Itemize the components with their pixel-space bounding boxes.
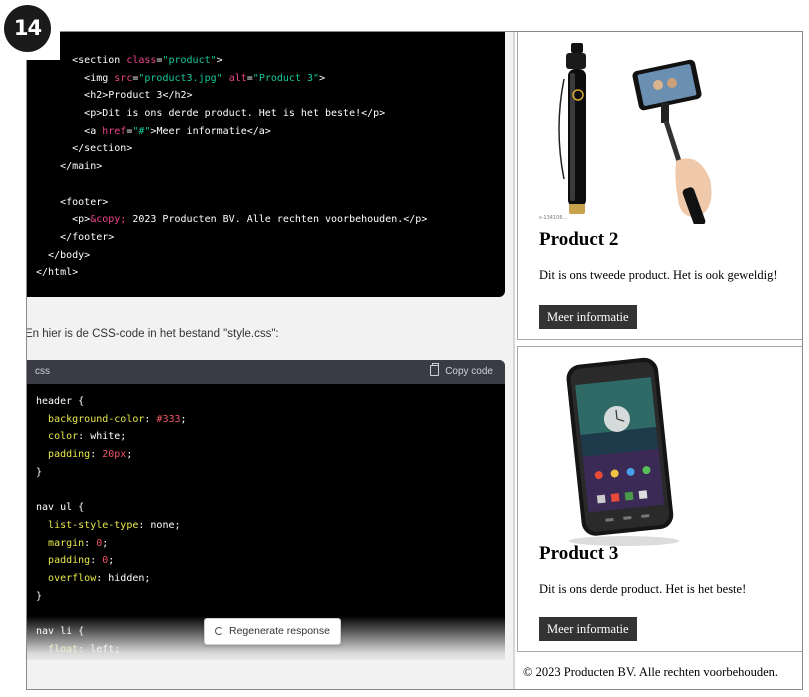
css-code-line (27, 481, 505, 499)
html-code-line: <h2>Product 3</h2> (84, 90, 193, 102)
image-caption: s-134106... (539, 215, 568, 221)
css-code-line: padding: 0; (48, 555, 115, 567)
html-code: <section class="product"> <img src="prod… (27, 52, 505, 282)
css-code-line: padding: 20px; (48, 449, 133, 461)
html-code-line: <img src="product3.jpg" alt="Product 3"> (84, 72, 326, 84)
css-code-line: background-color: #333; (48, 413, 187, 425)
css-code-line: overflow: hidden; (48, 572, 151, 584)
regenerate-response-button[interactable]: Regenerate response (204, 618, 341, 645)
chat-message-text: En hier is de CSS-code in het bestand "s… (27, 328, 279, 340)
website-preview: s-134106... Product 2 Dit is ons tweede … (515, 32, 802, 689)
code-header: css Copy code (27, 360, 505, 384)
product-3-more-info-link[interactable]: Meer informatie (539, 617, 637, 641)
css-code-line: color: white; (48, 431, 127, 443)
code-language-label: css (35, 366, 50, 377)
html-code-line: </html> (36, 267, 79, 279)
html-code-line: <a href="#">Meer informatie</a> (84, 125, 271, 137)
step-number: 14 (4, 5, 51, 52)
html-code-line: <footer> (60, 196, 109, 208)
css-code-line: } (36, 466, 43, 478)
step-badge: 14 (0, 0, 60, 60)
page-footer: © 2023 Producten BV. Alle rechten voorbe… (523, 665, 779, 679)
product-3-text: Dit is ons derde product. Het is het bes… (539, 582, 747, 596)
chat-pane[interactable]: <section class="product"> <img src="prod… (27, 32, 513, 689)
selfie-stick-image (558, 43, 712, 224)
product-2-text: Dit is ons tweede product. Het is ook ge… (539, 268, 778, 282)
refresh-icon (215, 627, 223, 635)
product-card-3: Product 3 Dit is ons derde product. Het … (517, 346, 802, 652)
css-code-block: css Copy code header { background-color:… (27, 360, 505, 660)
regenerate-label: Regenerate response (229, 625, 330, 637)
screenshot-frame: <section class="product"> <img src="prod… (26, 31, 803, 690)
copy-code-button[interactable]: Copy code (430, 360, 493, 384)
product-2-title: Product 2 (539, 229, 619, 250)
html-code-line: <section class="product"> (72, 55, 223, 66)
product-3-title: Product 3 (539, 543, 619, 564)
css-code-line: margin: 0; (48, 537, 109, 549)
css-code-line: list-style-type: none; (48, 519, 181, 531)
copy-code-label: Copy code (445, 366, 493, 377)
smartphone-image (566, 357, 679, 546)
html-code-line: </body> (48, 249, 91, 261)
css-code-line: header { (36, 396, 85, 407)
product-card-2: s-134106... Product 2 Dit is ons tweede … (517, 32, 802, 340)
html-code-line: </main> (60, 161, 103, 173)
html-code-line: <p>&copy; 2023 Producten BV. Alle rechte… (72, 214, 428, 226)
html-code-block: <section class="product"> <img src="prod… (27, 32, 505, 297)
clipboard-icon (430, 363, 440, 376)
html-code-line: </section> (72, 143, 133, 155)
product-2-more-info-link[interactable]: Meer informatie (539, 305, 637, 329)
html-code-line (27, 176, 505, 194)
html-code-line: </footer> (60, 231, 115, 243)
html-code-line: <p>Dit is ons derde product. Het is het … (84, 108, 386, 120)
css-code-line: } (36, 590, 43, 602)
css-code-line: nav ul { (36, 502, 85, 514)
